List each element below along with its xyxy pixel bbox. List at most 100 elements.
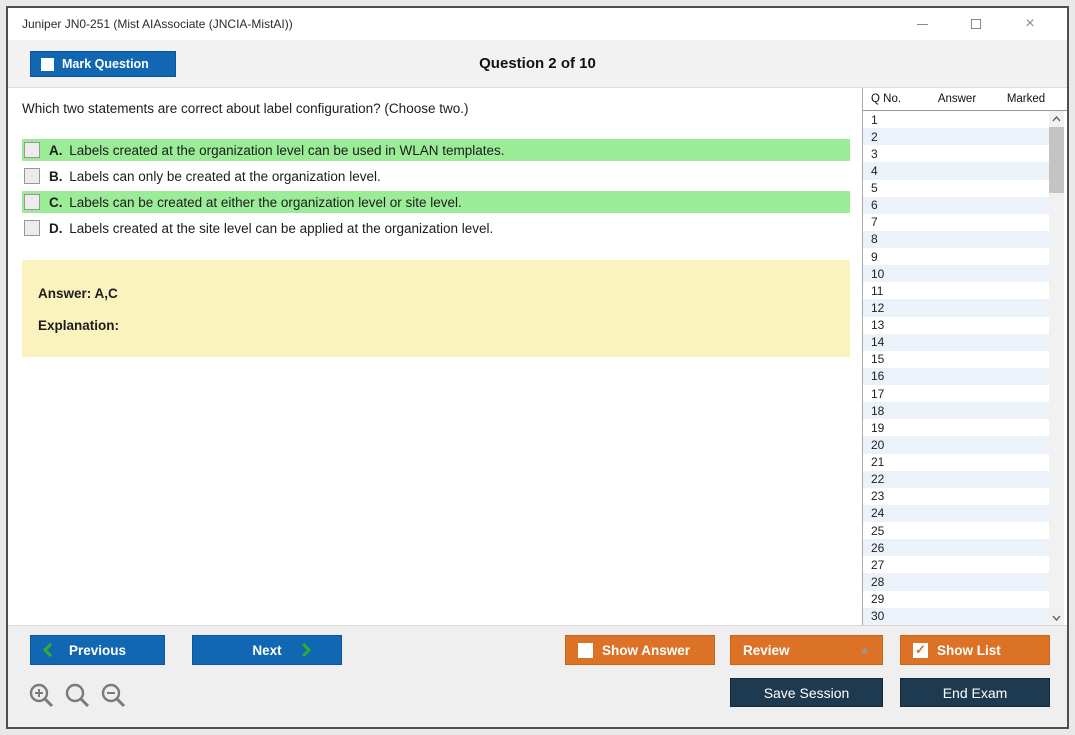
next-button[interactable]: Next <box>192 635 342 665</box>
cell-qno: 13 <box>871 318 885 333</box>
answer-option-c[interactable]: C. Labels can be created at either the o… <box>22 191 850 213</box>
answer-option-b[interactable]: B. Labels can only be created at the org… <box>22 165 850 187</box>
question-text: Which two statements are correct about l… <box>22 101 469 116</box>
answer-box: Answer: A,C Explanation: <box>22 260 850 357</box>
title-bar: Juniper JN0-251 (Mist AIAssociate (JNCIA… <box>8 8 1067 40</box>
option-checkbox[interactable] <box>24 142 40 158</box>
answer-option-a[interactable]: A. Labels created at the organization le… <box>22 139 850 161</box>
question-list-row[interactable]: 22 <box>863 470 1049 488</box>
question-list-row[interactable]: 14 <box>863 333 1049 351</box>
scroll-thumb[interactable] <box>1049 127 1064 193</box>
window-title: Juniper JN0-251 (Mist AIAssociate (JNCIA… <box>22 17 293 31</box>
zoom-in-icon[interactable] <box>28 682 55 709</box>
question-list-row[interactable]: 19 <box>863 419 1049 436</box>
scroll-down-button[interactable] <box>1049 610 1064 625</box>
question-list-row[interactable]: 16 <box>863 367 1049 385</box>
cell-qno: 25 <box>871 523 885 538</box>
question-list-row[interactable]: 20 <box>863 436 1049 454</box>
cell-qno: 22 <box>871 472 885 487</box>
question-list-row[interactable]: 24 <box>863 504 1049 522</box>
question-list-row[interactable]: 28 <box>863 573 1049 591</box>
zoom-out-icon[interactable] <box>100 682 127 709</box>
cell-qno: 10 <box>871 266 885 281</box>
scroll-up-icon <box>1052 115 1061 121</box>
mark-question-checkbox[interactable] <box>41 57 54 71</box>
minimize-icon <box>916 23 928 25</box>
app-window: Juniper JN0-251 (Mist AIAssociate (JNCIA… <box>6 6 1069 729</box>
option-checkbox[interactable] <box>24 220 40 236</box>
question-list-row[interactable]: 10 <box>863 265 1049 283</box>
cell-qno: 1 <box>871 112 878 127</box>
cell-qno: 30 <box>871 609 885 624</box>
show-list-checkbox[interactable]: ✓ <box>913 642 928 658</box>
question-list-body: 1 2 3 4 5 6 7 8 9 10 11 12 13 14 15 16 17 18 19 20 21 22 23 24 2… <box>863 111 1067 625</box>
explanation-line: Explanation: <box>38 318 120 333</box>
cell-qno: 9 <box>871 249 878 264</box>
question-list-row[interactable]: 26 <box>863 539 1049 557</box>
question-list-row[interactable]: 23 <box>863 488 1049 505</box>
question-list-row[interactable]: 8 <box>863 230 1049 248</box>
cell-qno: 27 <box>871 557 885 572</box>
zoom-reset-icon[interactable] <box>64 682 91 709</box>
cell-qno: 15 <box>871 352 885 367</box>
answer-line: Answer: A,C <box>38 286 118 301</box>
question-list-row[interactable]: 9 <box>863 248 1049 265</box>
question-list-row[interactable]: 4 <box>863 162 1049 180</box>
footer: Previous Next Show Answer Review ▲ ✓ Sho… <box>8 625 1067 727</box>
question-list-row[interactable]: 18 <box>863 402 1049 420</box>
question-list-row[interactable]: 2 <box>863 128 1049 146</box>
question-list-row[interactable]: 11 <box>863 282 1049 299</box>
content: Which two statements are correct about l… <box>8 88 1067 625</box>
end-exam-button[interactable]: End Exam <box>900 678 1050 707</box>
save-session-button[interactable]: Save Session <box>730 678 883 707</box>
question-list-row[interactable]: 6 <box>863 196 1049 214</box>
question-list-header: Q No. Answer Marked <box>863 88 1067 111</box>
cell-qno: 11 <box>871 283 884 298</box>
question-list-row[interactable]: 3 <box>863 145 1049 162</box>
scroll-up-button[interactable] <box>1049 111 1064 126</box>
option-checkbox[interactable] <box>24 194 40 210</box>
chevron-right-icon <box>301 643 311 657</box>
previous-button[interactable]: Previous <box>30 635 165 665</box>
question-panel: Which two statements are correct about l… <box>8 88 862 625</box>
question-list-row[interactable]: 25 <box>863 522 1049 539</box>
previous-label: Previous <box>68 642 127 658</box>
question-list-row[interactable]: 13 <box>863 317 1049 334</box>
option-checkbox[interactable] <box>24 168 40 184</box>
maximize-button[interactable] <box>969 17 983 31</box>
cell-qno: 8 <box>871 232 878 247</box>
show-answer-button[interactable]: Show Answer <box>565 635 715 665</box>
question-list-row[interactable]: 17 <box>863 385 1049 402</box>
question-list-row[interactable]: 27 <box>863 556 1049 573</box>
cell-qno: 6 <box>871 198 878 213</box>
end-exam-label: End Exam <box>942 684 1008 701</box>
cell-qno: 28 <box>871 574 885 589</box>
scrollbar[interactable] <box>1049 111 1064 625</box>
question-list-row[interactable]: 30 <box>863 607 1049 625</box>
minimize-button[interactable] <box>915 17 929 31</box>
window-controls: × <box>915 16 1053 32</box>
save-session-label: Save Session <box>763 684 850 701</box>
cell-qno: 21 <box>871 455 885 470</box>
question-list-row[interactable]: 21 <box>863 454 1049 471</box>
cell-qno: 2 <box>871 129 878 144</box>
question-list-row[interactable]: 29 <box>863 591 1049 608</box>
show-list-button[interactable]: ✓ Show List <box>900 635 1050 665</box>
answer-option-d[interactable]: D. Labels created at the site level can … <box>22 217 850 239</box>
cell-qno: 4 <box>871 163 878 178</box>
header-marked: Marked <box>1006 93 1046 105</box>
show-answer-checkbox[interactable] <box>578 642 593 658</box>
cell-qno: 7 <box>871 215 878 230</box>
question-list-row[interactable]: 12 <box>863 299 1049 317</box>
question-list-row[interactable]: 7 <box>863 214 1049 231</box>
maximize-icon <box>971 19 981 29</box>
question-list-row[interactable]: 15 <box>863 351 1049 368</box>
question-list-row[interactable]: 5 <box>863 180 1049 197</box>
question-list-row[interactable]: 1 <box>863 111 1049 128</box>
option-label: B. Labels can only be created at the org… <box>49 168 381 184</box>
close-button[interactable]: × <box>1023 16 1037 32</box>
review-button[interactable]: Review ▲ <box>730 635 883 665</box>
cell-qno: 23 <box>871 489 885 504</box>
review-label: Review <box>743 642 790 658</box>
mark-question-button[interactable]: Mark Question <box>30 51 176 77</box>
